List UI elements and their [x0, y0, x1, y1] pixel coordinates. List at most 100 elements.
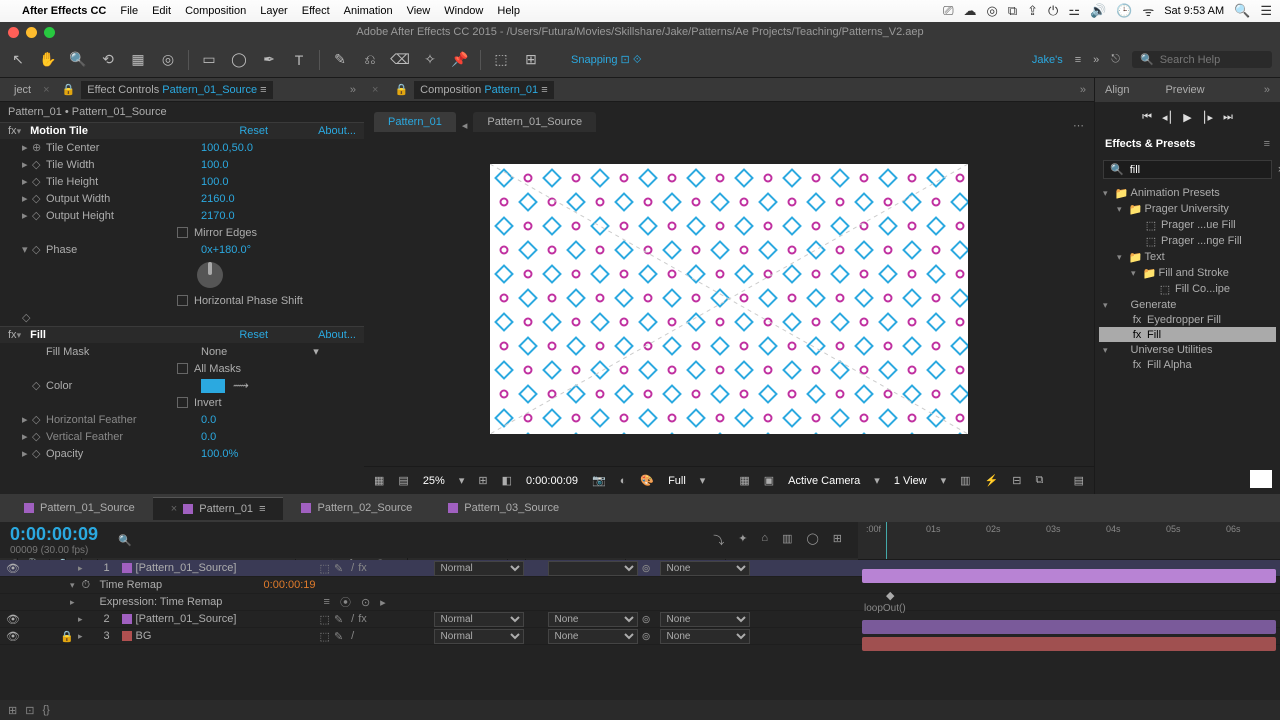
stopwatch-icon[interactable]: ◇ [32, 413, 46, 426]
zoom-level[interactable]: 25% [423, 475, 445, 487]
pickwhip-icon[interactable]: ⊚ [642, 630, 656, 643]
label-swatch[interactable] [122, 631, 132, 641]
fast-preview-icon[interactable]: ⚡ [985, 474, 999, 487]
menu-help[interactable]: Help [497, 5, 520, 17]
current-time[interactable]: 0:00:00:09 [526, 475, 578, 487]
spotlight-icon[interactable]: 🔍 [1234, 3, 1250, 19]
cam-dropdown-icon[interactable]: ▾ [874, 474, 880, 487]
shy-icon[interactable]: ⌂ [761, 532, 768, 548]
property-value[interactable]: 100.0 [201, 176, 229, 188]
effects-tree-item[interactable]: 📁Text [1099, 249, 1276, 265]
eyedropper-icon[interactable]: ⟿ [233, 379, 249, 392]
app-name[interactable]: After Effects CC [22, 5, 106, 17]
3d-icon[interactable]: ▣ [764, 474, 774, 487]
effects-tree-item[interactable]: Generate [1099, 297, 1276, 312]
first-frame-icon[interactable]: ⏮ [1142, 111, 1152, 124]
trkmat-select[interactable]: None [548, 612, 638, 627]
status-icon[interactable]: ⇪ [1027, 3, 1038, 19]
menu-edit[interactable]: Edit [152, 5, 171, 17]
pen-tool-icon[interactable]: ✒ [259, 51, 279, 68]
toggle-modes-icon[interactable]: ⊡ [25, 704, 34, 717]
label-swatch[interactable] [122, 614, 132, 624]
parent-select[interactable]: None [660, 612, 750, 627]
volume-icon[interactable]: 🔊 [1090, 3, 1106, 19]
timeline-icon[interactable]: ⊟ [1012, 474, 1021, 487]
status-icon[interactable]: ⏻ [1048, 3, 1058, 19]
expr-lang-icon[interactable]: ▸ [380, 596, 386, 609]
phase-dial[interactable] [197, 262, 223, 288]
pickwhip-icon[interactable]: ⊚ [642, 562, 656, 575]
twirl-icon[interactable]: ▸ [22, 192, 32, 205]
dropdown[interactable]: None▾ [201, 345, 319, 358]
hand-tool-icon[interactable]: ✋ [38, 51, 58, 68]
menubar-time[interactable]: Sat 9:53 AM [1164, 5, 1224, 17]
flowchart-tab[interactable]: Pattern_01_Source [473, 112, 596, 132]
menu-file[interactable]: File [120, 5, 138, 17]
checkbox[interactable] [177, 363, 188, 374]
effect-header-motion-tile[interactable]: fx Motion Tile Reset About... [0, 122, 364, 139]
eraser-tool-icon[interactable]: ⌫ [390, 51, 410, 68]
project-tab[interactable]: ject [8, 81, 37, 99]
visibility-toggle[interactable]: 👁 [6, 613, 20, 626]
stopwatch-icon[interactable]: ◇ [32, 379, 46, 392]
effect-controls-tab[interactable]: Effect Controls Pattern_01_Source ≡ [81, 81, 272, 99]
property-value[interactable]: 0:00:00:19 [264, 579, 316, 591]
align-tab[interactable]: Align [1105, 84, 1129, 96]
tab-close-icon[interactable]: × [372, 84, 378, 96]
view-count[interactable]: 1 View [894, 475, 927, 487]
next-frame-icon[interactable]: ⎮▸ [1202, 111, 1213, 124]
property-value[interactable]: 100.0 [201, 159, 229, 171]
layer-bar[interactable] [862, 569, 1276, 583]
effects-search[interactable]: 🔍 × [1103, 160, 1272, 179]
fx-toggle-icon[interactable]: fx [8, 329, 17, 341]
tab-close-icon[interactable]: × [43, 84, 49, 96]
layer-row[interactable]: 👁2[Pattern_01_Source]⬚✎/fxNormalNone⊚Non… [0, 611, 1280, 628]
brush-tool-icon[interactable]: ✎ [330, 51, 350, 68]
twirl-icon[interactable]: ▸ [22, 175, 32, 188]
draft3d-icon[interactable]: ✦ [738, 532, 747, 548]
twirl-icon[interactable]: ▸ [22, 447, 32, 460]
stopwatch-icon[interactable]: ◇ [32, 447, 46, 460]
twirl-icon[interactable]: ▸ [22, 141, 32, 154]
sync-icon[interactable]: ⎋ [1111, 53, 1120, 66]
menu-window[interactable]: Window [444, 5, 483, 17]
checkbox[interactable] [177, 227, 188, 238]
blend-mode-select[interactable]: Normal [434, 612, 524, 627]
toggle-switches-icon[interactable]: ⊞ [8, 704, 17, 717]
panel-overflow-icon[interactable]: » [1080, 84, 1086, 96]
blend-mode-select[interactable]: Normal [434, 561, 524, 576]
toggle-brackets-icon[interactable]: {} [42, 704, 49, 716]
snapping-toggle[interactable]: Snapping ⊡ ⟐ [571, 53, 642, 67]
dropbox-icon[interactable]: ⧉ [1008, 3, 1017, 19]
workspace-menu-icon[interactable]: ≡ [1075, 54, 1081, 66]
reset-link[interactable]: Reset [239, 329, 268, 341]
layer-name[interactable]: [Pattern_01_Source] [136, 613, 316, 625]
lock-icon[interactable]: 🔒 [394, 83, 408, 96]
menu-effect[interactable]: Effect [302, 5, 330, 17]
about-link[interactable]: About... [318, 125, 356, 137]
playhead[interactable] [886, 522, 887, 559]
color-swatch[interactable] [1250, 470, 1272, 488]
minimize-button[interactable] [26, 27, 37, 38]
twirl-icon[interactable]: ▾ [22, 243, 32, 256]
resolution-selector[interactable]: Full [668, 475, 686, 487]
rotate-tool-icon[interactable]: ⟲ [98, 51, 118, 68]
workspace-overflow-icon[interactable]: » [1093, 54, 1099, 66]
tab-close-icon[interactable]: × [171, 503, 177, 515]
stopwatch-icon[interactable]: ◇ [32, 209, 46, 222]
preview-tab[interactable]: Preview [1165, 84, 1204, 96]
effects-tree-item[interactable]: fxFill Alpha [1099, 357, 1276, 372]
visibility-toggle[interactable]: 👁 [6, 562, 20, 575]
pixel-aspect-icon[interactable]: ▥ [960, 474, 970, 487]
res-icon[interactable]: ⊞ [478, 474, 487, 487]
twirl-icon[interactable]: ▸ [22, 413, 32, 426]
wifi-icon[interactable]: ᯤ [1142, 2, 1154, 20]
expr-graph-icon[interactable]: ⦿ [340, 594, 351, 610]
effects-tree-item[interactable]: fxFill [1099, 327, 1276, 342]
selection-tool-icon[interactable]: ↖ [8, 51, 28, 68]
viewer-options-icon[interactable]: ⋯ [1073, 119, 1084, 132]
stopwatch-icon[interactable]: ◇ [32, 243, 46, 256]
frame-blend-icon[interactable]: ▥ [782, 532, 792, 548]
timeline-tab[interactable]: ×Pattern_01 ≡ [153, 497, 284, 520]
flowchart-tab[interactable]: Pattern_01 [374, 112, 456, 132]
